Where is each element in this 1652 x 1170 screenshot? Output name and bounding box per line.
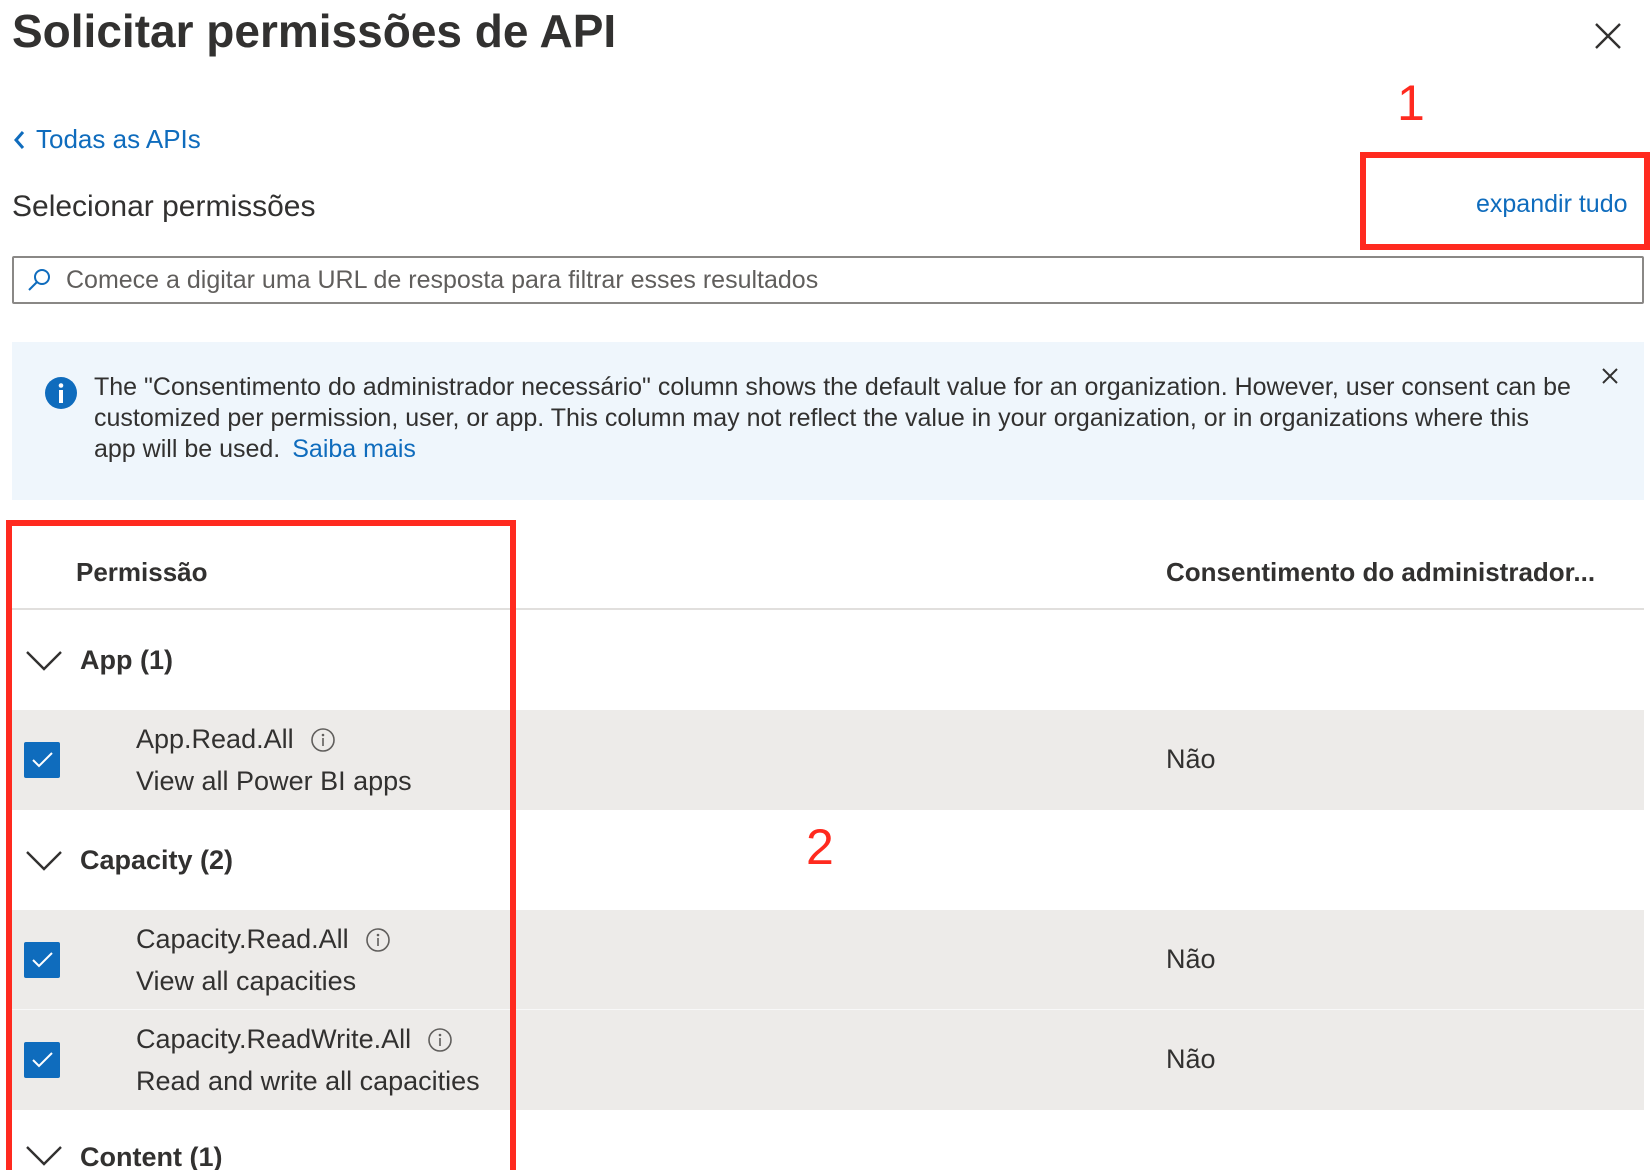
admin-consent-value: Não bbox=[1166, 744, 1216, 774]
search-field[interactable] bbox=[12, 256, 1644, 304]
dismiss-info-button[interactable] bbox=[1600, 366, 1620, 386]
close-panel-button[interactable] bbox=[1592, 20, 1624, 52]
annotation-marker-1: 1 bbox=[1397, 75, 1425, 131]
close-icon bbox=[1602, 368, 1618, 384]
admin-consent-value: Não bbox=[1166, 944, 1216, 974]
section-title: Selecionar permissões bbox=[12, 190, 316, 223]
info-icon bbox=[45, 377, 77, 409]
close-icon bbox=[1595, 23, 1621, 49]
page-title: Solicitar permissões de API bbox=[12, 5, 617, 57]
annotation-box-2 bbox=[6, 520, 516, 1170]
info-message: The "Consentimento do administrador nece… bbox=[94, 372, 1574, 465]
search-input[interactable] bbox=[64, 264, 1642, 296]
search-icon bbox=[28, 269, 50, 291]
admin-consent-value: Não bbox=[1166, 1044, 1216, 1074]
back-link-label: Todas as APIs bbox=[36, 124, 201, 154]
annotation-box-1 bbox=[1360, 152, 1650, 250]
learn-more-link[interactable]: Saiba mais bbox=[292, 435, 416, 463]
chevron-left-icon bbox=[14, 130, 25, 149]
column-header-admin-consent[interactable]: Consentimento do administrador... bbox=[1166, 557, 1595, 588]
annotation-marker-2: 2 bbox=[806, 819, 834, 875]
back-to-all-apis-link[interactable]: Todas as APIs bbox=[12, 124, 201, 155]
